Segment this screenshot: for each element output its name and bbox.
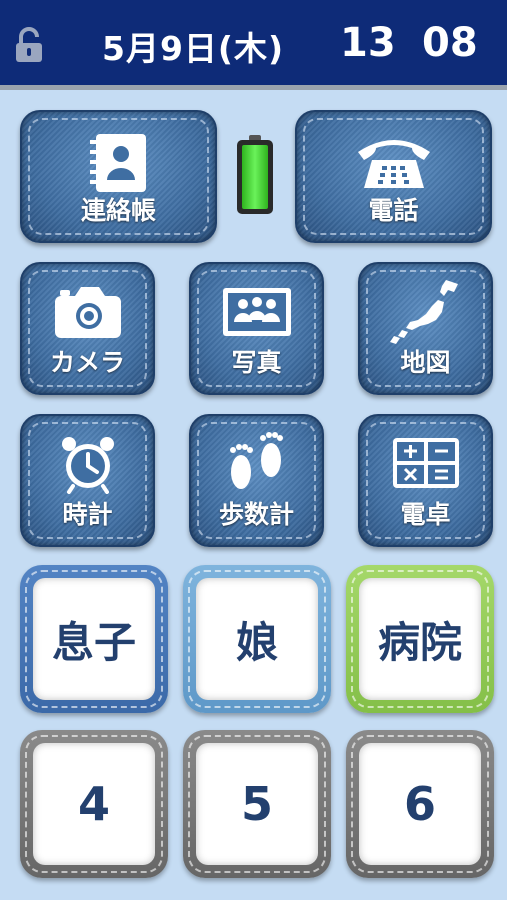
- speed-dial-hospital-label: 病院: [359, 578, 481, 700]
- group-photo-icon: [222, 288, 291, 336]
- pedometer-label: 歩数計: [218, 500, 294, 529]
- pedometer-button[interactable]: 歩数計: [189, 414, 324, 547]
- clock-button[interactable]: 時計: [20, 414, 155, 547]
- speed-dial-slot-4[interactable]: 4: [20, 730, 168, 878]
- speed-dial-son[interactable]: 息子: [20, 565, 168, 713]
- alarm-clock-icon: [61, 437, 114, 494]
- japan-map-icon: [389, 280, 458, 344]
- time-minute: 08: [422, 20, 478, 66]
- map-button[interactable]: 地図: [358, 262, 493, 395]
- photos-label: 写真: [231, 348, 282, 377]
- phone-button[interactable]: 電話: [295, 110, 492, 243]
- speed-dial-slot-4-label: 4: [33, 743, 155, 865]
- time-hour: 13: [340, 20, 396, 66]
- camera-label: カメラ: [49, 348, 125, 377]
- speed-dial-daughter-label: 娘: [196, 578, 318, 700]
- battery-indicator: [237, 135, 273, 215]
- speed-dial-daughter[interactable]: 娘: [183, 565, 331, 713]
- speed-dial-slot-5[interactable]: 5: [183, 730, 331, 878]
- address-book-icon: [89, 134, 146, 192]
- contacts-button[interactable]: 連絡帳: [20, 110, 217, 243]
- speed-dial-slot-6-label: 6: [359, 743, 481, 865]
- phone-label: 電話: [368, 196, 419, 225]
- footprints-icon: [229, 432, 283, 489]
- contacts-label: 連絡帳: [80, 196, 156, 225]
- speed-dial-hospital[interactable]: 病院: [346, 565, 494, 713]
- speed-dial-slot-5-label: 5: [196, 743, 318, 865]
- battery-level-fill: [242, 145, 268, 209]
- speed-dial-son-label: 息子: [33, 578, 155, 700]
- date-display: 5月9日(木): [102, 29, 285, 68]
- telephone-icon: [357, 140, 430, 188]
- status-bar: 5月9日(木) 13 08: [0, 0, 507, 90]
- map-label: 地図: [400, 348, 451, 377]
- camera-button[interactable]: カメラ: [20, 262, 155, 395]
- calculator-button[interactable]: 電卓: [358, 414, 493, 547]
- unlocked-padlock-icon[interactable]: [14, 27, 44, 63]
- speed-dial-slot-6[interactable]: 6: [346, 730, 494, 878]
- photos-button[interactable]: 写真: [189, 262, 324, 395]
- calculator-icon: [392, 438, 459, 488]
- calculator-label: 電卓: [400, 500, 451, 529]
- camera-icon: [54, 287, 121, 338]
- clock-label: 時計: [62, 500, 113, 529]
